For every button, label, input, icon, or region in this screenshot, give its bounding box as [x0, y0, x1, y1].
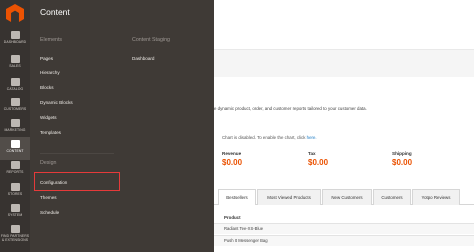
store-icon — [10, 183, 20, 191]
sidebar-item-label: FIND PARTNERS & EXTENSIONS — [0, 234, 30, 242]
bar-chart-icon — [10, 161, 20, 169]
product-name[interactable]: Radiant Tee-XS-Blue — [224, 226, 263, 231]
menu-item-hierarchy[interactable]: Hierarchy — [40, 70, 60, 75]
enable-chart-link[interactable]: here. — [307, 135, 317, 140]
admin-sidebar: DASHBOARD SALES CATALOG CUSTOMERS MARKET… — [0, 0, 30, 252]
shipping-label: Shipping — [392, 151, 412, 156]
sidebar-item-dashboard[interactable]: DASHBOARD — [0, 28, 30, 51]
revenue-label: Revenue — [222, 151, 242, 156]
sidebar-item-label: STORES — [7, 192, 23, 196]
menu-item-pages[interactable]: Pages — [40, 56, 53, 61]
elements-heading: Elements — [40, 37, 63, 43]
sidebar-item-label: DASHBOARD — [3, 40, 27, 44]
sidebar-item-label: CUSTOMERS — [3, 107, 27, 111]
tab-most-viewed-products[interactable]: Most Viewed Products — [257, 189, 321, 205]
content-flyout-menu: Content × Elements Pages Hierarchy Block… — [30, 0, 231, 252]
menu-item-blocks[interactable]: Blocks — [40, 85, 54, 90]
sidebar-item-label: REPORTS — [6, 170, 24, 174]
admin-screen: DASHBOARD SALES CATALOG CUSTOMERS MARKET… — [0, 0, 474, 252]
flyout-divider — [40, 153, 114, 154]
tab-bestsellers[interactable]: Bestsellers — [218, 189, 256, 205]
sidebar-item-label: CATALOG — [6, 87, 24, 91]
spacer — [214, 77, 474, 97]
sidebar-item-content[interactable]: CONTENT — [0, 137, 30, 160]
design-heading: Design — [40, 160, 57, 166]
sidebar-item-label: CONTENT — [6, 149, 24, 153]
sidebar-item-customers[interactable]: CUSTOMERS — [0, 95, 30, 118]
menu-item-themes[interactable]: Themes — [40, 195, 57, 200]
cube-icon — [10, 78, 20, 86]
product-column-header: Product — [224, 215, 241, 220]
sidebar-item-label: SALES — [9, 64, 21, 68]
puzzle-icon — [10, 225, 20, 233]
page-actions-bar — [214, 50, 474, 77]
menu-item-widgets[interactable]: Widgets — [40, 115, 57, 120]
chart-disabled-note: Chart is disabled. To enable the chart, … — [222, 135, 317, 140]
magento-logo-icon[interactable] — [6, 4, 24, 22]
menu-item-staging-dashboard[interactable]: Dashboard — [132, 56, 154, 61]
configuration-highlight-box — [34, 172, 120, 191]
flyout-title: Content — [40, 7, 70, 17]
product-name[interactable]: Push It Messenger Bag — [224, 238, 268, 243]
dashboard-main: e dynamic product, order, and customer r… — [214, 0, 474, 252]
sidebar-item-stores[interactable]: STORES — [0, 180, 30, 203]
sidebar-item-sales[interactable]: SALES — [0, 52, 30, 75]
sidebar-item-label: SYSTEM — [7, 213, 23, 217]
gear-icon — [10, 204, 20, 212]
dollar-icon — [10, 55, 20, 63]
person-icon — [10, 98, 20, 106]
tax-value: $0.00 — [308, 158, 329, 167]
revenue-value: $0.00 — [222, 158, 243, 167]
sidebar-item-find-partners[interactable]: FIND PARTNERS & EXTENSIONS — [0, 222, 30, 250]
layout-icon — [10, 140, 20, 148]
page-header — [214, 0, 474, 50]
chart-note-text: Chart is disabled. To enable the chart, … — [222, 135, 306, 140]
advanced-reporting-text: e dynamic product, order, and customer r… — [214, 106, 367, 111]
tax-label: Tax — [308, 151, 316, 156]
tab-new-customers[interactable]: New Customers — [322, 189, 372, 205]
tab-yotpo-reviews[interactable]: Yotpo Reviews — [412, 189, 460, 205]
shipping-value: $0.00 — [392, 158, 413, 167]
tab-customers[interactable]: Customers — [373, 189, 411, 205]
table-row: Push It Messenger Bag — [214, 235, 474, 246]
dashboard-icon — [10, 31, 20, 39]
sidebar-item-system[interactable]: SYSTEM — [0, 201, 30, 224]
menu-item-schedule[interactable]: Schedule — [40, 210, 59, 215]
menu-item-templates[interactable]: Templates — [40, 130, 61, 135]
megaphone-icon — [10, 119, 20, 127]
sidebar-item-label: MARKETING — [4, 128, 26, 132]
table-row: Radiant Tee-XS-Blue — [214, 223, 474, 234]
sidebar-item-marketing[interactable]: MARKETING — [0, 116, 30, 139]
menu-item-dynamic-blocks[interactable]: Dynamic Blocks — [40, 100, 73, 105]
sidebar-item-reports[interactable]: REPORTS — [0, 158, 30, 181]
content-staging-heading: Content Staging — [132, 37, 170, 43]
